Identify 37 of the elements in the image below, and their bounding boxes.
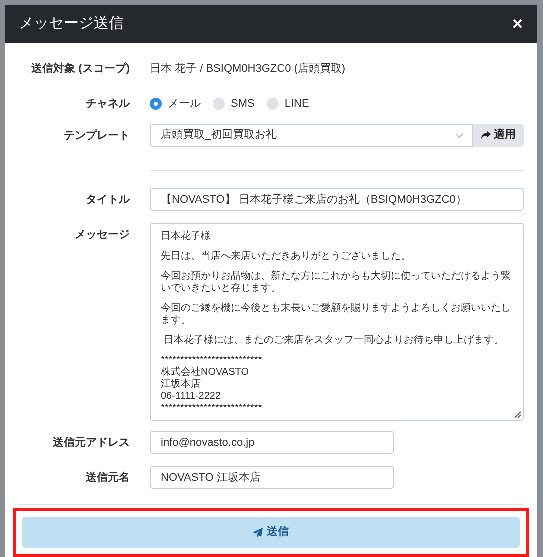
field-label: タイトル	[85, 193, 130, 208]
message-line: **************************	[161, 403, 264, 415]
close-button[interactable]: ×	[512, 15, 523, 33]
text-field[interactable]: 【NOVASTO】 日本花子様ご来店のお礼（BSIQM0H3GZC0）	[150, 188, 524, 211]
message-line: **************************	[161, 355, 264, 366]
field-label: メッセージ	[74, 228, 130, 243]
field-label: テンプレート	[63, 128, 130, 144]
message-line: 江坂本店	[161, 379, 202, 391]
chevron-down-icon	[455, 132, 464, 138]
text-field[interactable]: NOVASTO 江坂本店	[150, 466, 394, 489]
field-label: 送信対象 (スコープ)	[30, 62, 130, 77]
message-line: 株式会社NOVASTO	[161, 367, 250, 378]
text-field[interactable]: info@novasto.co.jp	[150, 431, 394, 454]
paper-plane-icon	[253, 528, 263, 538]
send-button[interactable]: 送信	[22, 517, 520, 548]
scope-text: 日本 花子 / BSIQM0H3GZC0 (店頭買取)	[150, 62, 346, 77]
radio-button[interactable]	[150, 98, 162, 110]
message-line: 今回お預かりお品物は、新たな方にこれからも大切に使っていただけるよう繋いでいきたいと存じます。	[161, 271, 512, 295]
apply-button[interactable]: 適用	[473, 124, 524, 147]
message-line: 日本花子様には、またのご来店をスタッフ一同心よりお待ち申し上げます。	[162, 335, 505, 347]
radio-button[interactable]	[213, 98, 225, 110]
radio-label[interactable]: LINE	[284, 96, 310, 112]
message-line: 日本花子様	[161, 231, 212, 243]
share-arrow-icon	[481, 131, 491, 140]
field-label: 送信元名	[85, 470, 130, 486]
field-label: チャネル	[85, 96, 130, 112]
dialog-title: メッセージ送信	[19, 14, 124, 34]
radio-label[interactable]: SMS	[231, 96, 255, 112]
resize-handle-icon[interactable]	[514, 411, 521, 418]
message-line: 06-1111-2222	[161, 391, 222, 403]
radio-label[interactable]: メール	[168, 96, 201, 112]
radio-button[interactable]	[266, 98, 279, 110]
message-line: 先日は、当店へ来店いただきありがとうございました。	[161, 251, 412, 263]
template-select[interactable]: 店頭買取_初回買取お礼	[150, 124, 473, 147]
message-line: 今回のご縁を機に今後とも末長いご愛顧を賜りますようよろしくお願いいたします。	[161, 303, 512, 327]
message-field[interactable]	[150, 223, 524, 421]
field-label: 送信元アドレス	[52, 436, 130, 451]
